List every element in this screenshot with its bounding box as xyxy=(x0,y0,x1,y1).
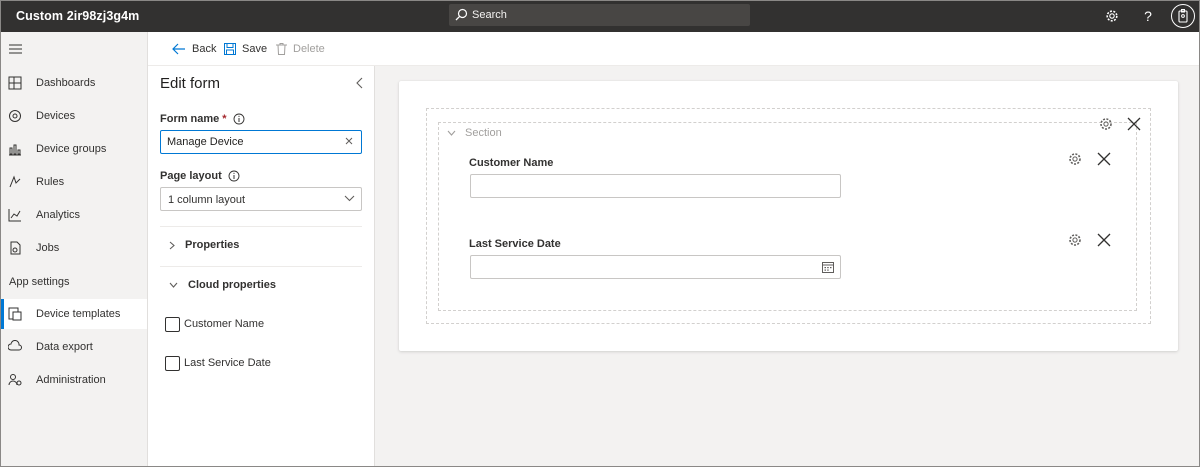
chevron-right-icon xyxy=(169,241,175,249)
required-marker: * xyxy=(222,113,227,125)
field-settings-gear-icon[interactable] xyxy=(1068,233,1082,247)
chevron-left-icon[interactable] xyxy=(356,77,364,89)
left-nav: Dashboards Devices Device groups Rules A… xyxy=(1,32,148,466)
command-bar: Back Save Delete xyxy=(148,32,1199,66)
form-preview-card: Section Customer Name Last Service Date xyxy=(399,81,1178,351)
field-remove-close-icon[interactable] xyxy=(1097,152,1111,166)
app-settings-header: App settings xyxy=(9,276,70,288)
calendar-icon[interactable] xyxy=(822,261,834,273)
section-title: Section xyxy=(465,127,502,139)
save-icon xyxy=(224,43,236,55)
trash-icon xyxy=(276,43,287,55)
analytics-icon xyxy=(8,209,21,222)
section-settings-gear-icon[interactable] xyxy=(1099,117,1113,131)
nav-item-analytics[interactable]: Analytics xyxy=(1,200,147,230)
nav-item-administration[interactable]: Administration xyxy=(1,365,147,395)
field-label-customer-name: Customer Name xyxy=(469,157,554,169)
app-frame: Custom 2ir98zj3g4m Search ? Dashboards D… xyxy=(0,0,1200,467)
delete-button[interactable]: Delete xyxy=(276,41,325,57)
last-service-date-input[interactable] xyxy=(470,255,841,279)
nav-item-device-templates[interactable]: Device templates xyxy=(1,299,147,329)
cloud-properties-label: Cloud properties xyxy=(188,279,277,291)
page-layout-label: Page layout xyxy=(160,170,240,182)
form-canvas: Section Customer Name Last Service Date xyxy=(375,66,1199,466)
delete-label: Delete xyxy=(293,43,325,55)
gear-icon xyxy=(1106,10,1118,22)
nav-item-label: Rules xyxy=(36,176,65,188)
divider xyxy=(160,266,362,267)
checkbox-label: Last Service Date xyxy=(184,357,271,369)
nav-item-label: Administration xyxy=(36,374,106,386)
form-name-field[interactable] xyxy=(160,130,362,154)
hamburger-menu-icon[interactable] xyxy=(9,44,22,54)
devices-icon xyxy=(9,110,21,122)
device-groups-icon xyxy=(9,144,21,156)
customer-name-input[interactable] xyxy=(470,174,841,198)
help-icon: ? xyxy=(1144,8,1152,24)
info-icon[interactable] xyxy=(228,170,240,182)
clear-icon[interactable] xyxy=(344,136,354,146)
checkbox-label: Customer Name xyxy=(184,318,265,330)
rules-icon xyxy=(9,175,21,188)
device-templates-icon xyxy=(8,307,22,321)
nav-item-rules[interactable]: Rules xyxy=(1,167,147,197)
nav-item-label: Analytics xyxy=(36,209,81,221)
chevron-down-icon xyxy=(169,282,178,288)
info-icon[interactable] xyxy=(233,113,245,125)
field-remove-close-icon[interactable] xyxy=(1097,233,1111,247)
jobs-icon xyxy=(10,241,21,255)
page-layout-value: 1 column layout xyxy=(168,194,246,206)
nav-item-label: Data export xyxy=(36,341,93,353)
nav-item-device-groups[interactable]: Device groups xyxy=(1,134,147,164)
nav-item-label: Jobs xyxy=(36,242,60,254)
form-name-label-text: Form name xyxy=(160,113,220,125)
checkbox[interactable] xyxy=(165,355,180,371)
field-settings-gear-icon[interactable] xyxy=(1068,152,1082,166)
edit-form-panel: Edit form Form name * Page layout xyxy=(148,66,375,466)
back-arrow-icon xyxy=(172,43,185,55)
properties-group-toggle[interactable]: Properties xyxy=(160,236,360,254)
help-button[interactable]: ? xyxy=(1137,5,1159,27)
search-box[interactable]: Search xyxy=(449,4,750,26)
section-remove-close-icon[interactable] xyxy=(1127,117,1141,131)
page-layout-label-text: Page layout xyxy=(160,170,222,182)
checkbox[interactable] xyxy=(165,316,180,332)
search-placeholder: Search xyxy=(472,9,507,21)
form-name-label: Form name * xyxy=(160,113,245,125)
form-section xyxy=(438,122,1137,311)
properties-label: Properties xyxy=(185,239,240,251)
settings-button[interactable] xyxy=(1101,5,1123,27)
edit-form-title: Edit form xyxy=(160,75,221,92)
nav-item-dashboards[interactable]: Dashboards xyxy=(1,68,147,98)
field-label-last-service-date: Last Service Date xyxy=(469,238,561,250)
nav-item-devices[interactable]: Devices xyxy=(1,101,147,131)
top-bar: Custom 2ir98zj3g4m Search ? xyxy=(1,1,1199,32)
dashboard-icon xyxy=(8,76,22,90)
save-button[interactable]: Save xyxy=(224,41,267,57)
account-avatar[interactable] xyxy=(1171,4,1195,28)
section-header[interactable]: Section xyxy=(447,127,502,139)
administration-icon xyxy=(8,374,22,386)
cloud-property-customer-name[interactable]: Customer Name xyxy=(165,316,264,332)
form-name-input[interactable] xyxy=(167,136,337,148)
search-icon xyxy=(455,8,468,21)
data-export-icon xyxy=(8,340,22,351)
back-button[interactable]: Back xyxy=(172,41,216,57)
page-layout-dropdown[interactable]: 1 column layout xyxy=(160,187,362,211)
badge-icon xyxy=(1178,9,1188,23)
save-label: Save xyxy=(242,43,268,55)
nav-item-jobs[interactable]: Jobs xyxy=(1,233,147,263)
app-title[interactable]: Custom 2ir98zj3g4m xyxy=(16,9,139,23)
chevron-down-icon xyxy=(344,195,355,202)
nav-item-label: Dashboards xyxy=(36,77,96,89)
nav-item-label: Device groups xyxy=(36,143,107,155)
divider xyxy=(160,226,362,227)
back-label: Back xyxy=(192,43,217,55)
nav-item-label: Devices xyxy=(36,110,76,122)
nav-item-label: Device templates xyxy=(36,308,121,320)
nav-item-data-export[interactable]: Data export xyxy=(1,332,147,362)
cloud-properties-group-toggle[interactable]: Cloud properties xyxy=(160,276,360,294)
cloud-property-last-service-date[interactable]: Last Service Date xyxy=(165,355,271,371)
chevron-down-icon xyxy=(447,130,456,136)
